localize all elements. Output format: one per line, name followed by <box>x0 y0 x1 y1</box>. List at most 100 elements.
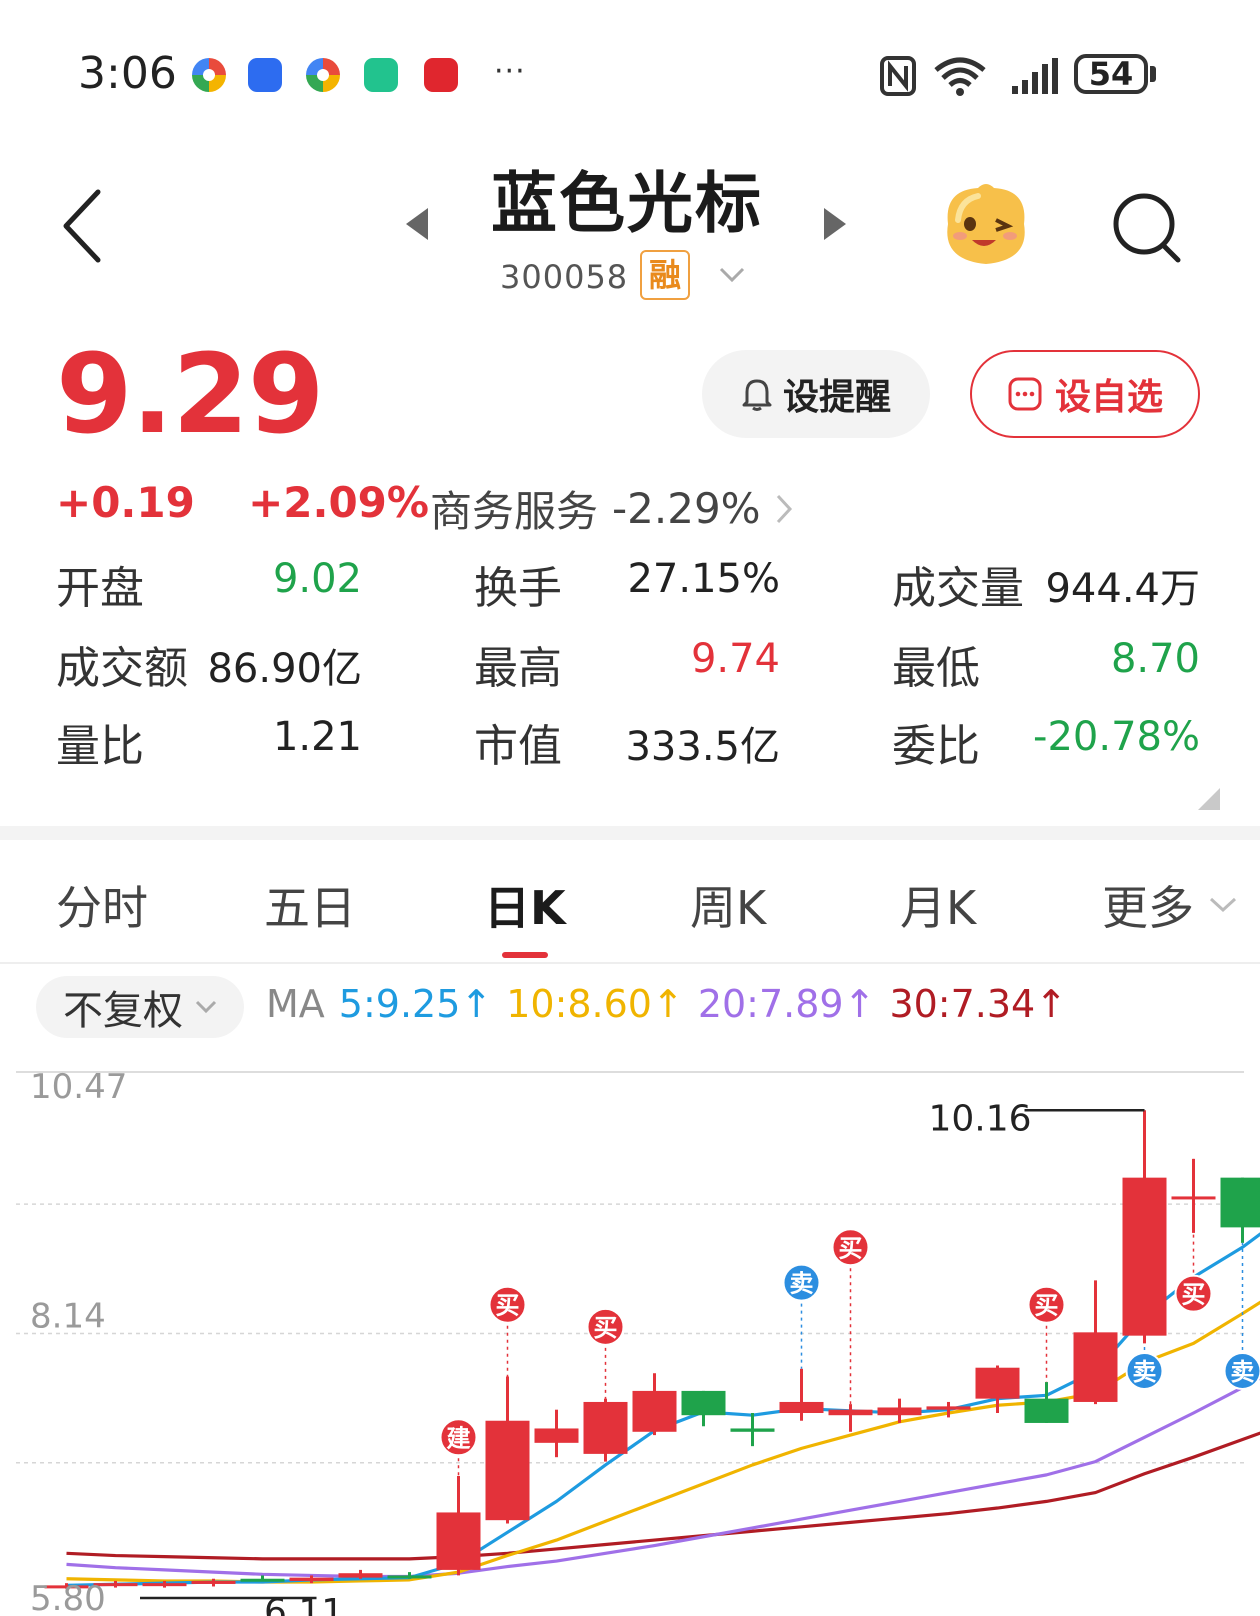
back-icon[interactable] <box>60 186 104 266</box>
chevron-right-icon <box>776 494 792 523</box>
tab-five-day[interactable]: 五日 <box>264 872 356 938</box>
tab-bar-border <box>0 962 1260 964</box>
ma20-value: 20:7.89↑ <box>697 982 876 1026</box>
candle-body <box>534 1428 579 1443</box>
tab-intraday[interactable]: 分时 <box>56 872 148 938</box>
add-watchlist-label: 设自选 <box>1054 377 1163 418</box>
tab-monthly-k[interactable]: 月K <box>900 872 976 938</box>
prev-stock-icon[interactable] <box>404 206 430 242</box>
signal-buy-label: 买 <box>1035 1292 1059 1320</box>
turnover-value: 27.15% <box>627 556 780 602</box>
ma5-value: 5:9.25↑ <box>338 982 493 1026</box>
tab-more-label: 更多 <box>1102 881 1194 935</box>
next-stock-icon[interactable] <box>822 206 848 242</box>
y-tick-label: 5.80 <box>30 1579 106 1616</box>
last-price: 9.29 <box>56 330 324 458</box>
candle-body <box>926 1406 971 1410</box>
stock-name: 蓝色光标 <box>491 165 763 242</box>
battery-tip <box>1150 66 1156 82</box>
signal-buy-label: 买 <box>496 1292 520 1320</box>
candle-body <box>1073 1332 1118 1402</box>
tab-more[interactable]: 更多 <box>1102 872 1238 938</box>
candle-body <box>289 1577 334 1581</box>
ma-label: MA <box>266 982 325 1026</box>
candle-body <box>1024 1398 1069 1423</box>
signal-build-label: 建 <box>447 1424 471 1452</box>
ma30-line <box>66 1431 1260 1561</box>
signal-buy-label: 买 <box>839 1234 863 1262</box>
candle-body <box>975 1367 1020 1399</box>
pinwheel-icon <box>192 58 226 92</box>
candle-body <box>1220 1177 1260 1228</box>
chevron-down-icon[interactable] <box>718 266 746 284</box>
bell-icon <box>742 379 772 411</box>
market-cap-label: 市值 <box>474 721 562 772</box>
amount-label: 成交额 <box>56 643 188 694</box>
stock-code: 300058 <box>500 258 629 296</box>
section-divider <box>0 826 1260 840</box>
ma10-line <box>66 1300 1260 1584</box>
candle-body <box>191 1580 236 1584</box>
candle-body <box>779 1401 824 1414</box>
pinwheel-icon <box>306 58 340 92</box>
chevron-down-icon <box>1209 897 1237 913</box>
sector-change: -2.29% <box>612 484 761 533</box>
turnover-label: 换手 <box>474 563 562 614</box>
moving-average-legend[interactable]: MA 5:9.25↑ 10:8.60↑ 20:7.89↑ 30:7.34↑ <box>266 982 1067 1026</box>
expand-stats-icon[interactable] <box>1198 788 1220 810</box>
volume-value: 944.4万 <box>1045 566 1200 612</box>
amount-value: 86.90亿 <box>207 646 362 692</box>
candle-body <box>387 1575 432 1579</box>
sector-name: 商务服务 <box>430 487 599 536</box>
volume-ratio-value: 1.21 <box>272 714 362 760</box>
margin-trading-badge: 融 <box>640 250 690 300</box>
candle-body <box>828 1409 873 1416</box>
bid-ratio-value: -20.78% <box>1033 714 1200 760</box>
candle-body <box>877 1407 922 1416</box>
tab-daily-k[interactable]: 日K <box>484 872 566 938</box>
sector-link[interactable]: 商务服务 -2.29% <box>430 478 793 539</box>
candle-body <box>485 1420 530 1521</box>
search-icon[interactable] <box>1110 190 1184 266</box>
candle-body <box>436 1512 481 1570</box>
candle-body <box>240 1578 285 1582</box>
set-alert-button[interactable]: 设提醒 <box>702 350 930 438</box>
battery-icon: 54 <box>1074 54 1148 94</box>
chart-labels: 10.47 8.14 5.80 10.16 6.11 <box>30 1067 1145 1616</box>
candles <box>44 1110 1260 1589</box>
price-change: +0.19 +2.09% <box>56 478 429 527</box>
ma10-value: 10:8.60↑ <box>506 982 684 1026</box>
change-percent: +2.09% <box>248 478 429 527</box>
market-cap-value: 333.5亿 <box>625 724 780 770</box>
high-value: 9.74 <box>690 636 780 682</box>
signal-sell-label: 卖 <box>1133 1358 1157 1386</box>
open-value: 9.02 <box>272 556 362 602</box>
candle-body <box>338 1573 383 1578</box>
set-alert-label: 设提醒 <box>782 377 891 418</box>
high-label: 最高 <box>474 643 562 694</box>
signal-buy-label: 买 <box>594 1314 618 1342</box>
candle-body <box>583 1401 628 1454</box>
change-amount: +0.19 <box>56 478 195 527</box>
status-time: 3:06 <box>78 48 177 99</box>
volume-ratio-label: 量比 <box>56 721 144 772</box>
shield-app-icon <box>248 58 282 92</box>
min-price-label: 6.11 <box>264 1592 344 1616</box>
securities-app-icon <box>424 58 458 92</box>
tab-weekly-k[interactable]: 周K <box>690 872 766 938</box>
low-label: 最低 <box>892 643 980 694</box>
more-notifications-icon: ··· <box>494 54 526 89</box>
signal-buy-label: 买 <box>1182 1281 1206 1309</box>
nfc-icon <box>880 56 916 96</box>
price-adjust-select[interactable]: 不复权 <box>36 976 244 1038</box>
add-watchlist-button[interactable]: 设自选 <box>970 350 1200 438</box>
mascot-icon[interactable] <box>938 180 1034 268</box>
signal-sell-label: 卖 <box>1231 1358 1255 1386</box>
max-price-label: 10.16 <box>929 1098 1032 1139</box>
candle-body <box>681 1390 726 1416</box>
candle-body <box>142 1583 187 1587</box>
candlestick-chart[interactable]: 建买买卖买买卖买卖卖 10.478.145.8010.166.11 <box>0 1048 1260 1616</box>
watchlist-icon <box>1008 377 1042 411</box>
volume-label: 成交量 <box>892 563 1024 614</box>
candle-body <box>1122 1177 1167 1336</box>
